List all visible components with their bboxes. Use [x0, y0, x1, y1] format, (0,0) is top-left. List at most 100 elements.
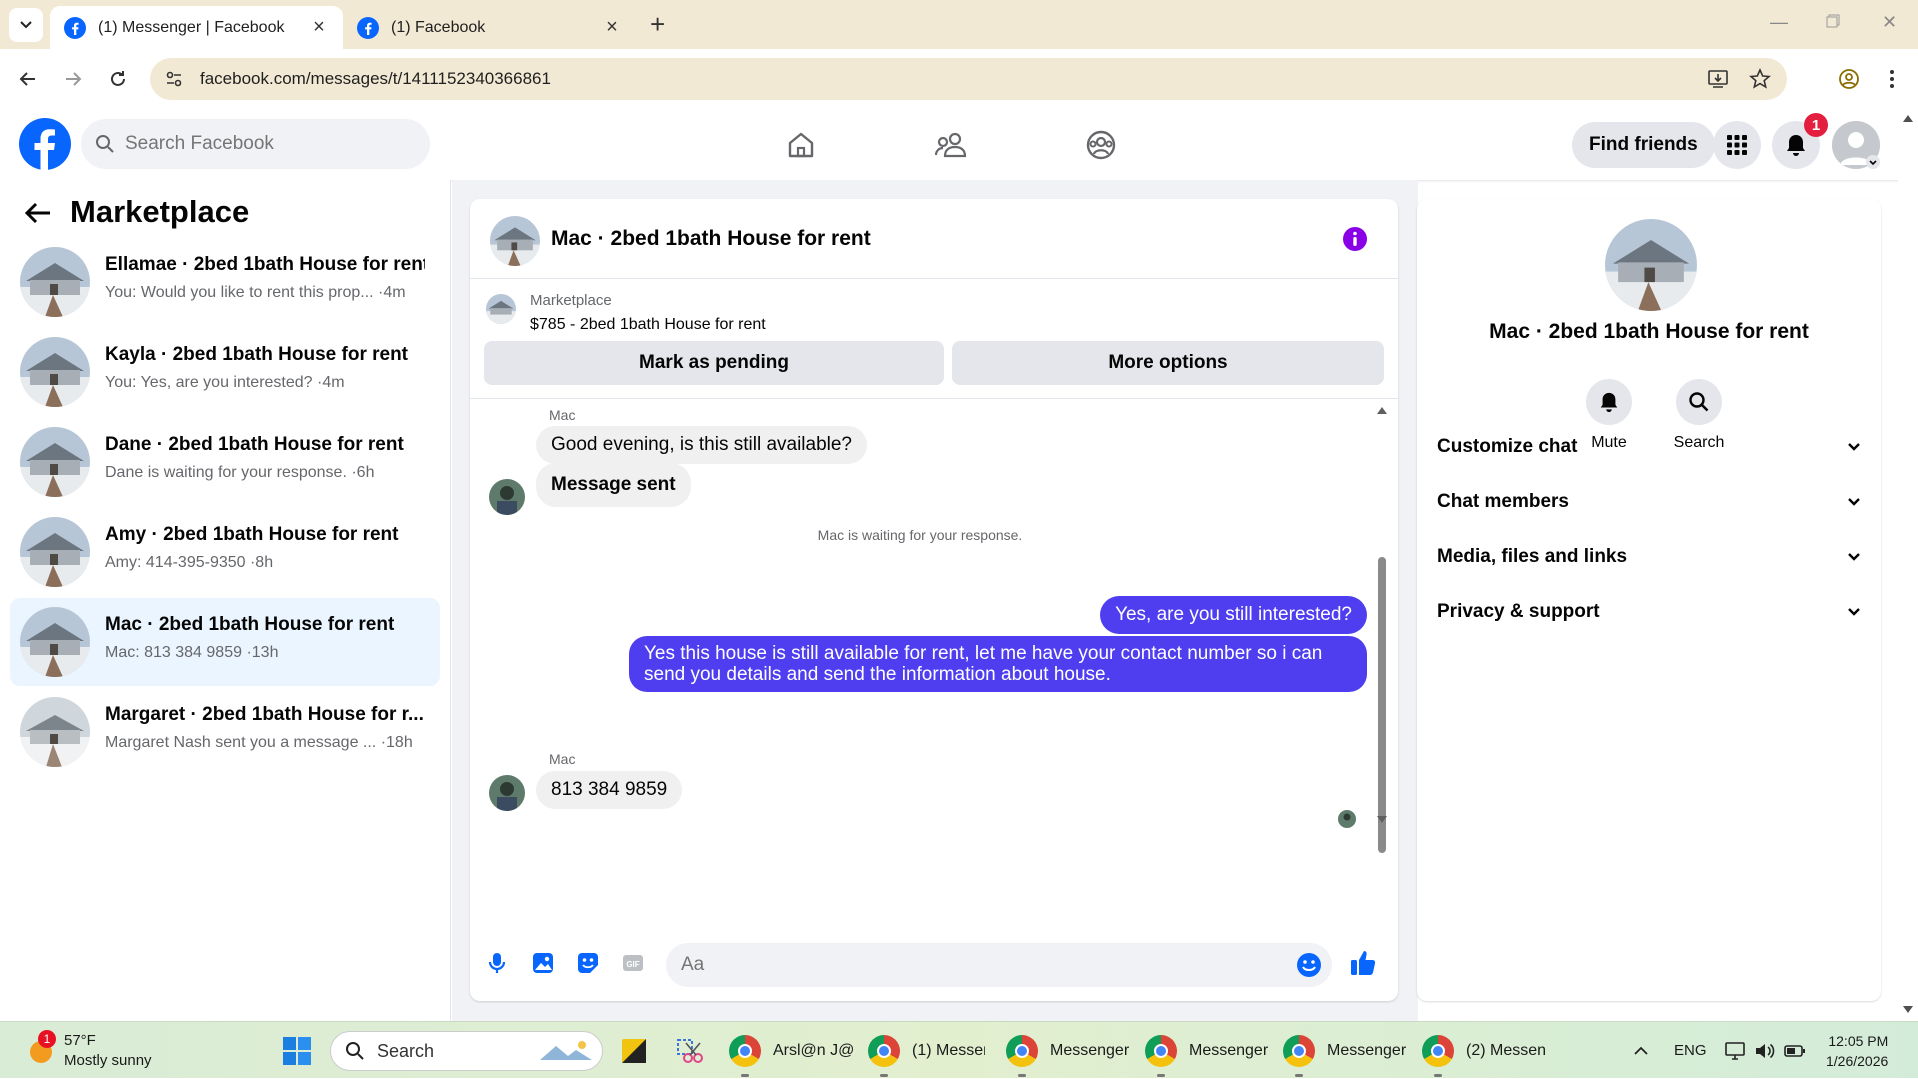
scroll-up-icon[interactable] [1902, 113, 1914, 123]
grid-icon [1727, 135, 1747, 155]
gif-icon[interactable]: GIF [620, 950, 646, 976]
arrow-left-icon [19, 72, 35, 86]
taskbar-chrome-app[interactable]: Messenger [1283, 1022, 1406, 1079]
forward-button[interactable] [61, 67, 85, 91]
house-avatar [20, 607, 90, 677]
new-tab-button[interactable]: + [650, 11, 665, 37]
incoming-message[interactable]: Good evening, is this still available? [536, 426, 868, 464]
house-avatar[interactable] [490, 216, 540, 266]
snipping-tool-app[interactable] [674, 1022, 704, 1079]
conversation-item[interactable]: Ellamae · 2bed 1bath House for rent You:… [10, 238, 440, 326]
install-app-icon[interactable] [1707, 68, 1729, 90]
profile-button[interactable] [1837, 67, 1861, 91]
minimize-button[interactable]: — [1770, 12, 1788, 33]
bookmark-star-icon[interactable] [1749, 68, 1771, 90]
weather-temperature: 57°F [64, 1031, 96, 1049]
scroll-down-icon[interactable] [1376, 815, 1388, 825]
clock[interactable]: 12:05 PM 1/26/2026 [1826, 1022, 1888, 1079]
close-tab-icon[interactable]: × [309, 16, 329, 38]
input-language[interactable]: ENG [1674, 1022, 1707, 1079]
conversation-item[interactable]: Kayla · 2bed 1bath House for rent You: Y… [10, 328, 440, 416]
scroll-thumb[interactable] [1378, 557, 1386, 853]
message-input[interactable] [681, 954, 1241, 976]
facebook-search-input[interactable] [125, 133, 405, 155]
facebook-logo-icon[interactable] [19, 118, 71, 170]
sticky-notes-app[interactable] [620, 1022, 648, 1079]
taskbar-search-label: Search [377, 1040, 435, 1061]
volume-icon [1756, 1043, 1775, 1058]
privacy-support-row[interactable]: Privacy & support [1437, 592, 1861, 632]
tab-search-button[interactable] [9, 8, 43, 42]
start-button[interactable] [282, 1022, 312, 1079]
listing-thumbnail[interactable] [486, 294, 516, 324]
outgoing-message[interactable]: Yes, are you still interested? [1100, 596, 1367, 634]
emoji-icon[interactable] [1296, 952, 1322, 978]
chat-title[interactable]: Mac · 2bed 1bath House for rent [551, 227, 871, 251]
message-line: Yes this house is still available for re… [644, 643, 1323, 664]
customize-chat-row[interactable]: Customize chat [1437, 427, 1861, 467]
incoming-message[interactable]: 813 384 9859 [536, 771, 683, 809]
photo-icon[interactable] [530, 950, 556, 976]
clock-date: 1/26/2026 [1826, 1052, 1889, 1069]
address-bar[interactable]: facebook.com/messages/t/1411152340366861 [150, 58, 1787, 100]
listing-price-title[interactable]: $785 - 2bed 1bath House for rent [530, 316, 766, 334]
system-tray[interactable] [1724, 1022, 1806, 1079]
back-button[interactable] [16, 67, 40, 91]
menu-button[interactable] [1713, 121, 1761, 169]
site-settings-icon[interactable] [164, 69, 184, 89]
conversation-title: Dane · 2bed 1bath House for rent [105, 434, 404, 455]
close-tab-icon[interactable]: × [602, 16, 622, 38]
nav-friends[interactable] [931, 125, 971, 165]
restore-button[interactable] [1826, 14, 1840, 28]
house-avatar [20, 427, 90, 497]
taskbar-chrome-app[interactable]: Messenger [1006, 1022, 1129, 1079]
conversation-item-selected[interactable]: Mac · 2bed 1bath House for rent Mac: 813… [10, 598, 440, 686]
outgoing-message[interactable]: Yes this house is still available for re… [629, 636, 1367, 692]
taskbar-chrome-app[interactable]: (1) Messeng [868, 1022, 985, 1079]
taskbar-app-label: (2) Messen [1466, 1041, 1547, 1059]
media-files-links-row[interactable]: Media, files and links [1437, 537, 1861, 577]
chevron-down-icon [20, 21, 32, 29]
mark-as-pending-button[interactable]: Mark as pending [484, 341, 944, 385]
page-scrollbar[interactable] [1898, 109, 1918, 1021]
like-icon[interactable] [1348, 948, 1378, 978]
info-icon[interactable] [1342, 226, 1368, 252]
taskbar-search[interactable]: Search [330, 1031, 603, 1071]
incoming-message[interactable]: Message sent [536, 463, 691, 507]
message-scrollbar[interactable] [1376, 405, 1388, 925]
scroll-down-icon[interactable] [1902, 1005, 1914, 1015]
conversation-item[interactable]: Amy · 2bed 1bath House for rent Amy: 414… [10, 508, 440, 596]
back-arrow-icon[interactable] [24, 200, 52, 226]
marketplace-listing-bar: Marketplace $785 - 2bed 1bath House for … [470, 279, 1398, 399]
weather-widget[interactable]: 1 57°F Mostly sunny [26, 1022, 152, 1079]
marketplace-label: Marketplace [530, 292, 612, 309]
nav-home[interactable] [781, 125, 821, 165]
close-window-button[interactable]: ✕ [1882, 12, 1897, 33]
taskbar-chrome-app[interactable]: (2) Messen [1422, 1022, 1546, 1079]
chevron-down-icon[interactable] [1866, 155, 1880, 169]
facebook-favicon-icon [357, 16, 379, 39]
scroll-up-icon[interactable] [1376, 405, 1388, 415]
sticker-icon[interactable] [575, 950, 601, 976]
chat-members-row[interactable]: Chat members [1437, 482, 1861, 522]
nav-groups[interactable] [1081, 125, 1121, 165]
more-options-button[interactable]: More options [952, 341, 1384, 385]
browser-tab-strip: (1) Messenger | Facebook × (1) Facebook … [0, 0, 1918, 49]
facebook-search-box[interactable] [81, 119, 430, 169]
reload-button[interactable] [106, 67, 130, 91]
taskbar-chrome-app[interactable]: Messenger [1145, 1022, 1268, 1079]
message-input-box[interactable] [666, 943, 1332, 987]
tab-messenger[interactable]: (1) Messenger | Facebook × [50, 6, 343, 49]
mic-icon[interactable] [484, 950, 510, 976]
browser-menu-button[interactable] [1880, 67, 1904, 91]
conversation-item[interactable]: Margaret · 2bed 1bath House for r... Mar… [10, 688, 440, 776]
conversation-item[interactable]: Dane · 2bed 1bath House for rent Dane is… [10, 418, 440, 506]
taskbar-chrome-app[interactable]: Arsl@n J@ [729, 1022, 854, 1079]
show-hidden-icons-button[interactable] [1633, 1022, 1649, 1079]
panel-title: Marketplace [70, 194, 250, 229]
notification-count-badge: 1 [1804, 113, 1828, 137]
read-receipt-avatar [1338, 810, 1356, 828]
taskbar-app-label: Messenger [1327, 1041, 1407, 1059]
tab-facebook[interactable]: (1) Facebook × [343, 6, 636, 49]
find-friends-button[interactable]: Find friends [1572, 122, 1715, 168]
